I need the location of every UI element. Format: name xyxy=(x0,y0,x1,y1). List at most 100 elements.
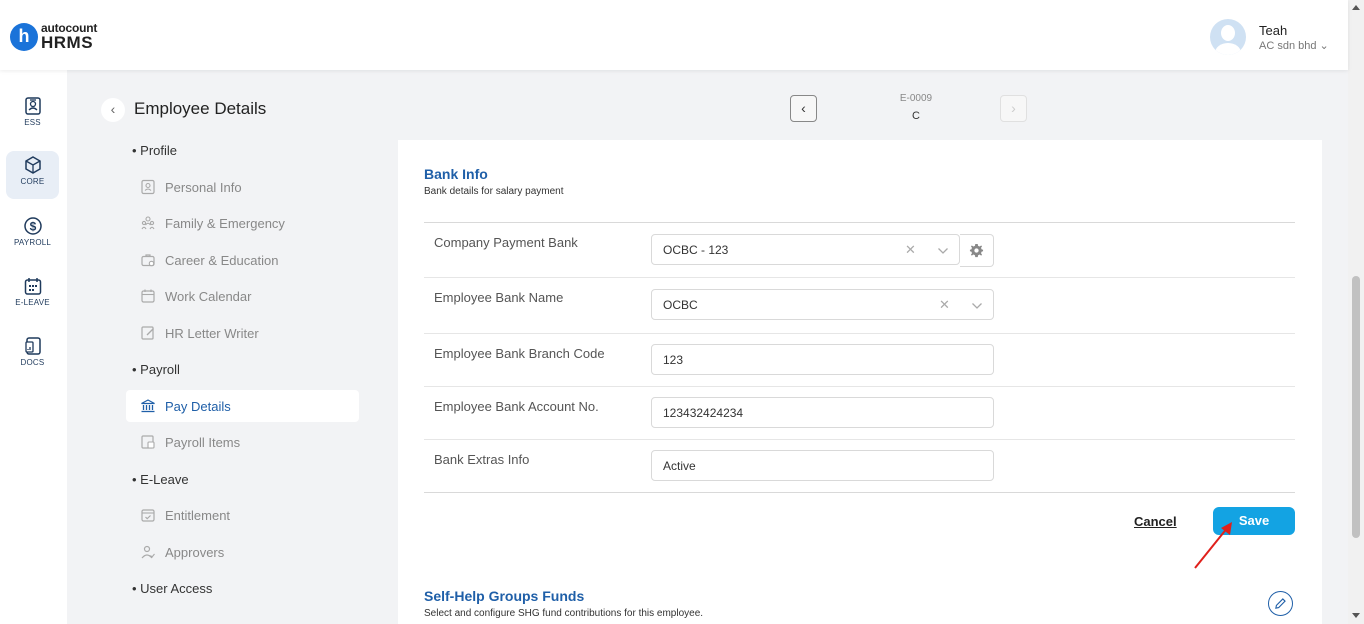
menu-section-e-leave: • E-Leave xyxy=(132,472,189,487)
chevron-down-icon[interactable] xyxy=(971,302,983,310)
form-row-employee-bank-account-no: Employee Bank Account No. 123432424234 xyxy=(424,387,1295,440)
docs-icon xyxy=(24,337,41,355)
menu-item-family-emergency[interactable]: Family & Emergency xyxy=(126,207,359,239)
rail-label: CORE xyxy=(20,177,45,186)
payroll-items-icon xyxy=(141,435,155,449)
menu-item-label: Work Calendar xyxy=(165,288,252,304)
top-header: h autocount HRMS Teah AC sdn bhd ⌄ xyxy=(0,0,1348,70)
form-label: Company Payment Bank xyxy=(434,235,578,250)
form-label: Employee Bank Name xyxy=(434,290,564,305)
ess-icon xyxy=(24,97,41,115)
form-row-employee-bank-name: Employee Bank Name OCBC ✕ xyxy=(424,278,1295,334)
autocount-hrms-logo[interactable]: h autocount HRMS xyxy=(10,22,97,51)
logo-mark: h xyxy=(10,22,38,51)
module-rail: ESS CORE $ PAYROLL E-LEAVE DOCS xyxy=(0,70,67,624)
next-employee-button[interactable]: › xyxy=(1000,95,1027,122)
menu-item-personal-info[interactable]: Personal Info xyxy=(126,171,359,203)
bank-extras-info-input[interactable]: Active xyxy=(651,450,994,481)
employee-name: C xyxy=(912,110,920,122)
bank-info-subtitle: Bank details for salary payment xyxy=(424,186,564,197)
chevron-down-icon[interactable] xyxy=(937,247,949,255)
menu-section-payroll: • Payroll xyxy=(132,362,180,377)
company-payment-bank-select[interactable]: OCBC - 123 ✕ xyxy=(651,234,960,265)
edit-shg-button[interactable] xyxy=(1268,591,1293,616)
bank-settings-button[interactable] xyxy=(960,234,994,267)
family-icon xyxy=(141,216,155,230)
rail-label: DOCS xyxy=(20,358,45,367)
rail-item-payroll[interactable]: $ PAYROLL xyxy=(6,212,59,260)
menu-item-label: Pay Details xyxy=(165,398,231,414)
page-scrollbar[interactable] xyxy=(1348,0,1364,624)
user-menu[interactable]: Teah AC sdn bhd ⌄ xyxy=(1210,19,1329,55)
form-label: Bank Extras Info xyxy=(434,452,530,467)
core-icon xyxy=(24,156,41,174)
menu-item-label: Payroll Items xyxy=(165,434,241,450)
menu-item-label: HR Letter Writer xyxy=(165,325,259,341)
menu-item-label: Approvers xyxy=(165,544,225,560)
rail-item-docs[interactable]: DOCS xyxy=(6,332,59,380)
rail-item-e-leave[interactable]: E-LEAVE xyxy=(6,272,59,320)
rail-item-ess[interactable]: ESS xyxy=(6,92,59,140)
form-row-company-payment-bank: Company Payment Bank OCBC - 123 ✕ xyxy=(424,223,1295,278)
logo-product: HRMS xyxy=(41,33,94,52)
career-icon xyxy=(141,254,155,267)
back-button[interactable]: ‹ xyxy=(101,98,125,122)
user-company: AC sdn bhd ⌄ xyxy=(1259,39,1329,52)
previous-employee-button[interactable]: ‹ xyxy=(790,95,817,122)
bank-info-form: Company Payment Bank OCBC - 123 ✕ Employ… xyxy=(424,222,1295,493)
shg-title: Self-Help Groups Funds xyxy=(424,588,585,604)
chevron-left-icon: ‹ xyxy=(801,100,806,116)
form-row-employee-bank-branch-code: Employee Bank Branch Code 123 xyxy=(424,334,1295,387)
shg-subtitle: Select and configure SHG fund contributi… xyxy=(424,608,704,619)
menu-item-label: Family & Emergency xyxy=(165,215,285,231)
annotation-arrow-icon xyxy=(1194,522,1232,569)
bank-info-card: Bank Info Bank details for salary paymen… xyxy=(398,140,1322,624)
menu-item-label: Career & Education xyxy=(165,252,279,268)
menu-item-entitlement[interactable]: Entitlement xyxy=(126,499,359,531)
approvers-icon xyxy=(141,545,155,559)
scroll-thumb[interactable] xyxy=(1352,276,1360,538)
calendar-icon xyxy=(24,278,41,295)
calendar-icon xyxy=(141,289,155,303)
page-title: Employee Details xyxy=(134,99,267,118)
chevron-left-icon: ‹ xyxy=(110,101,116,117)
menu-section-profile: • Profile xyxy=(132,143,178,158)
menu-item-pay-details[interactable]: Pay Details xyxy=(126,390,359,422)
bank-icon xyxy=(141,399,155,413)
chevron-down-icon: ⌄ xyxy=(1319,39,1329,52)
select-value: OCBC - 123 xyxy=(663,243,729,257)
clear-icon[interactable]: ✕ xyxy=(939,290,950,320)
menu-item-label: Personal Info xyxy=(165,179,242,195)
gear-icon xyxy=(969,243,984,258)
menu-item-payroll-items[interactable]: Payroll Items xyxy=(126,426,359,458)
rail-label: ESS xyxy=(24,118,41,127)
rail-label: PAYROLL xyxy=(13,238,52,247)
menu-item-career-education[interactable]: Career & Education xyxy=(126,244,359,276)
menu-section-user-access: • User Access xyxy=(132,581,213,596)
form-label: Employee Bank Branch Code xyxy=(434,346,605,361)
rail-label: E-LEAVE xyxy=(15,298,50,307)
letter-icon xyxy=(141,326,154,340)
menu-item-work-calendar[interactable]: Work Calendar xyxy=(126,280,359,312)
svg-text:$: $ xyxy=(29,220,36,234)
menu-item-approvers[interactable]: Approvers xyxy=(126,536,359,568)
pencil-icon xyxy=(1275,598,1286,609)
employee-bank-name-select[interactable]: OCBC ✕ xyxy=(651,289,994,320)
user-avatar-icon xyxy=(1210,19,1246,55)
chevron-right-icon: › xyxy=(1011,100,1016,116)
scroll-up-icon[interactable] xyxy=(1352,5,1360,10)
id-card-icon xyxy=(141,179,155,195)
cancel-button[interactable]: Cancel xyxy=(1134,514,1177,529)
scroll-down-icon[interactable] xyxy=(1352,613,1360,618)
bank-info-title: Bank Info xyxy=(424,166,488,182)
user-name: Teah xyxy=(1259,22,1288,38)
employee-bank-account-no-input[interactable]: 123432424234 xyxy=(651,397,994,428)
clear-icon[interactable]: ✕ xyxy=(905,235,916,265)
menu-item-hr-letter-writer[interactable]: HR Letter Writer xyxy=(126,317,359,349)
form-label: Employee Bank Account No. xyxy=(434,399,599,414)
employee-code: E-0009 xyxy=(899,93,933,104)
menu-item-label: Entitlement xyxy=(165,507,231,523)
rail-item-core[interactable]: CORE xyxy=(6,151,59,199)
employee-bank-branch-code-input[interactable]: 123 xyxy=(651,344,994,375)
select-value: OCBC xyxy=(663,298,698,312)
